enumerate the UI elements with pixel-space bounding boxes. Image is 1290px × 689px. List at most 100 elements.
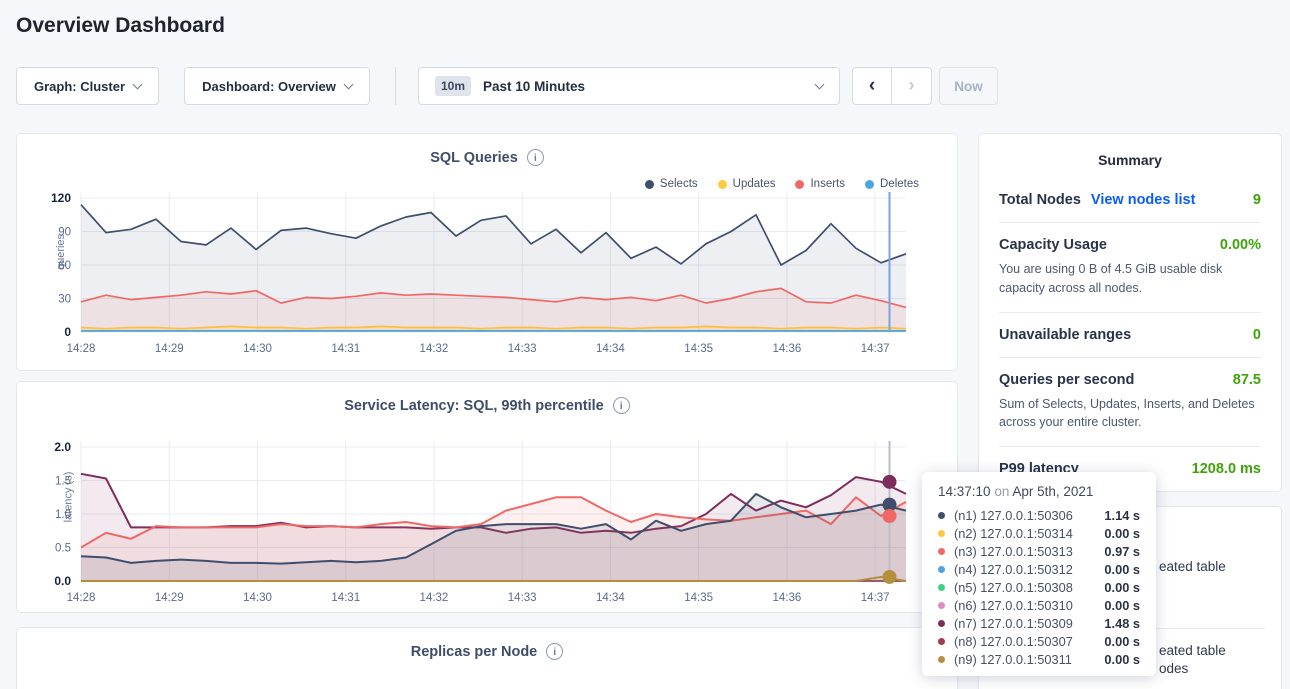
svg-text:14:30: 14:30 <box>243 592 272 604</box>
svg-text:60: 60 <box>58 260 71 272</box>
capacity-usage-value: 0.00% <box>1220 237 1261 253</box>
sql-queries-card: SQL Queries i Selects Updates Inserts Delet… <box>16 133 958 371</box>
capacity-usage-desc: You are using 0 B of 4.5 GiB usable disk… <box>999 260 1261 298</box>
event-text-fragment: eated table <box>1159 559 1226 574</box>
legend-item-deletes[interactable]: Deletes <box>865 178 919 190</box>
svg-text:1.5: 1.5 <box>55 476 71 488</box>
tooltip-node-address: (n6) 127.0.0.1:50310 <box>954 598 1073 613</box>
tooltip-row: (n9) 127.0.0.1:503110.00 s <box>938 650 1140 668</box>
service-latency-title: Service Latency: SQL, 99th percentile <box>344 398 604 414</box>
svg-text:90: 90 <box>58 227 71 239</box>
sql-queries-header: SQL Queries i <box>17 149 957 166</box>
legend-item-inserts[interactable]: Inserts <box>795 178 845 190</box>
tooltip-node-address: (n8) 127.0.0.1:50307 <box>954 634 1073 649</box>
svg-text:14:28: 14:28 <box>67 592 96 604</box>
chevron-down-icon <box>343 79 353 89</box>
service-latency-chart[interactable]: 0.00.51.01.52.014:2814:2914:3014:3114:32… <box>17 438 959 616</box>
svg-text:2.0: 2.0 <box>54 440 71 454</box>
svg-text:14:36: 14:36 <box>772 343 801 355</box>
tooltip-node-address: (n9) 127.0.0.1:50311 <box>954 652 1072 667</box>
tooltip-row: (n6) 127.0.0.1:50310 0.00 s <box>938 596 1140 614</box>
capacity-usage-label: Capacity Usage <box>999 237 1107 253</box>
svg-text:14:35: 14:35 <box>684 592 713 604</box>
unavailable-ranges-value: 0 <box>1253 327 1261 343</box>
sql-queries-legend: Selects Updates Inserts Deletes <box>645 178 919 190</box>
legend-dot-icon <box>795 180 804 189</box>
tooltip-node-address: (n3) 127.0.0.1:50313 <box>954 544 1073 559</box>
legend-item-updates[interactable]: Updates <box>718 178 776 190</box>
time-range-selector[interactable]: 10m Past 10 Minutes <box>418 67 840 105</box>
tooltip-row: (n4) 127.0.0.1:503120.00 s <box>938 560 1140 578</box>
tooltip-time: 14:37:10 <box>938 484 991 499</box>
sql-queries-chart[interactable]: 030609012014:2814:2914:3014:3114:3214:33… <box>17 190 959 368</box>
node-color-dot-icon <box>938 566 945 573</box>
node-color-dot-icon <box>938 638 945 645</box>
now-button[interactable]: Now <box>939 67 998 105</box>
svg-text:14:28: 14:28 <box>67 343 96 355</box>
tooltip-node-value: 0.97 s <box>1104 544 1140 559</box>
legend-dot-icon <box>865 180 874 189</box>
node-color-dot-icon <box>938 656 945 663</box>
tooltip-node-address: (n2) 127.0.0.1:50314 <box>954 526 1073 541</box>
tooltip-node-address: (n1) 127.0.0.1:50306 <box>954 508 1073 523</box>
sql-queries-title: SQL Queries <box>430 150 518 166</box>
graph-dropdown[interactable]: Graph: Cluster <box>16 67 159 105</box>
time-prev-button[interactable]: ‹ <box>852 67 892 105</box>
svg-text:0.5: 0.5 <box>55 543 71 555</box>
svg-text:14:30: 14:30 <box>243 343 272 355</box>
info-icon[interactable]: i <box>613 397 630 414</box>
tooltip-timestamp: 14:37:10 on Apr 5th, 2021 <box>938 484 1140 499</box>
event-text-fragment: eated table <box>1159 643 1226 658</box>
svg-text:14:32: 14:32 <box>420 592 449 604</box>
replicas-title: Replicas per Node <box>411 644 538 660</box>
svg-text:14:35: 14:35 <box>684 343 713 355</box>
qps-desc: Sum of Selects, Updates, Inserts, and De… <box>999 395 1261 433</box>
svg-text:120: 120 <box>51 191 71 205</box>
replicas-header: Replicas per Node i <box>17 643 957 660</box>
legend-label: Updates <box>733 178 776 190</box>
tooltip-row: (n1) 127.0.0.1:503061.14 s <box>938 506 1140 524</box>
tooltip-node-address: (n4) 127.0.0.1:50312 <box>954 562 1073 577</box>
time-next-button[interactable]: › <box>892 67 932 105</box>
event-text-fragment: odes <box>1159 661 1188 676</box>
node-color-dot-icon <box>938 530 945 537</box>
controls-divider <box>395 67 396 105</box>
svg-text:14:34: 14:34 <box>596 592 625 604</box>
divider <box>999 222 1261 223</box>
total-nodes-value: 9 <box>1253 192 1261 208</box>
info-icon[interactable]: i <box>527 149 544 166</box>
tooltip-date: Apr 5th, 2021 <box>1012 484 1093 499</box>
svg-text:14:33: 14:33 <box>508 592 537 604</box>
divider <box>999 357 1261 358</box>
svg-text:14:32: 14:32 <box>420 343 449 355</box>
svg-text:1.0: 1.0 <box>55 509 71 521</box>
info-icon[interactable]: i <box>546 643 563 660</box>
divider <box>999 312 1261 313</box>
dashboard-dropdown[interactable]: Dashboard: Overview <box>184 67 370 105</box>
summary-row-qps: Queries per second 87.5 <box>999 372 1261 388</box>
view-nodes-list-link[interactable]: View nodes list <box>1091 192 1196 208</box>
time-range-label: Past 10 Minutes <box>483 79 804 94</box>
time-nav-group: ‹ › <box>852 67 932 105</box>
tooltip-node-value: 1.48 s <box>1104 616 1140 631</box>
page-title: Overview Dashboard <box>16 14 225 38</box>
node-color-dot-icon <box>938 512 945 519</box>
graph-dropdown-label: Graph: Cluster <box>34 79 125 94</box>
tooltip-row: (n3) 127.0.0.1:50313 0.97 s <box>938 542 1140 560</box>
svg-text:30: 30 <box>58 294 71 306</box>
dashboard-dropdown-label: Dashboard: Overview <box>202 79 336 94</box>
replicas-per-node-card: Replicas per Node i <box>16 627 958 689</box>
total-nodes-label: Total Nodes <box>999 192 1081 208</box>
tooltip-row: (n7) 127.0.0.1:503091.48 s <box>938 614 1140 632</box>
svg-text:14:31: 14:31 <box>331 343 360 355</box>
svg-text:14:31: 14:31 <box>331 592 360 604</box>
svg-text:14:37: 14:37 <box>861 343 890 355</box>
tooltip-node-address: (n5) 127.0.0.1:50308 <box>954 580 1073 595</box>
node-color-dot-icon <box>938 620 945 627</box>
tooltip-node-value: 0.00 s <box>1104 526 1140 541</box>
tooltip-node-value: 0.00 s <box>1104 598 1140 613</box>
legend-item-selects[interactable]: Selects <box>645 178 698 190</box>
overview-dashboard-page: Overview Dashboard Graph: Cluster Dashbo… <box>0 0 1290 689</box>
legend-dot-icon <box>645 180 654 189</box>
svg-text:14:37: 14:37 <box>861 592 890 604</box>
